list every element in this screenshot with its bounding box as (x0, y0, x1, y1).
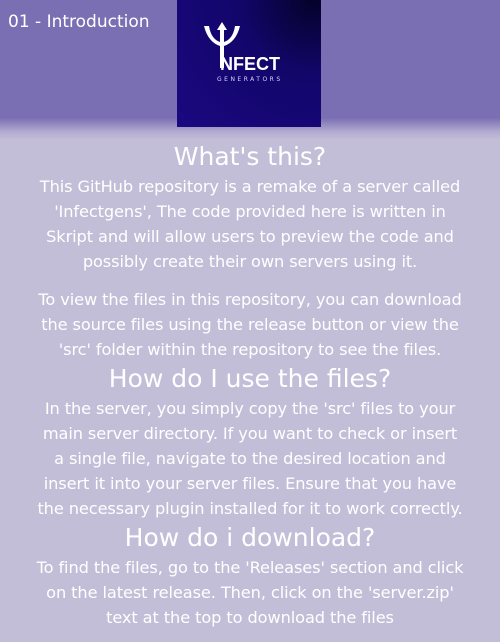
text-line: This GitHub repository is a remake of a … (39, 177, 461, 196)
text-line: a single file, navigate to the desired l… (54, 449, 446, 468)
text-line: In the server, you simply copy the 'src'… (44, 399, 456, 418)
paragraph: To view the files in this repository, yo… (0, 287, 500, 362)
text-line: the source files using the release butto… (41, 315, 459, 334)
text-line: 'src' folder within the repository to se… (58, 340, 442, 359)
paragraph: To find the files, go to the 'Releases' … (0, 555, 500, 630)
text-line: main server directory. If you want to ch… (42, 424, 458, 443)
heading-how-to-use: How do I use the files? (108, 364, 392, 393)
text-line: To find the files, go to the 'Releases' … (36, 558, 464, 577)
paragraph: In the server, you simply copy the 'src'… (0, 396, 500, 521)
text-line: the necessary plugin installed for it to… (37, 499, 463, 518)
logo-brand-text: NFECT (220, 54, 280, 74)
chapter-title: 01 - Introduction (8, 12, 150, 32)
text-line: on the latest release. Then, click on th… (46, 583, 454, 602)
text-line: insert it into your server files. Ensure… (43, 474, 457, 493)
text-line: 'Infectgens', The code provided here is … (54, 202, 446, 221)
readme-content: What's this? This GitHub repository is a… (0, 140, 500, 630)
paragraph: This GitHub repository is a remake of a … (0, 174, 500, 274)
text-line: text at the top to download the files (106, 608, 394, 627)
heading-whats-this: What's this? (173, 142, 327, 171)
logo-sub-text: GENERATORS (217, 76, 283, 83)
text-line: To view the files in this repository, yo… (38, 290, 462, 309)
infect-generators-logo: NFECT GENERATORS (177, 0, 321, 127)
text-line: possibly create their own servers using … (82, 252, 418, 271)
text-line: Skript and will allow users to preview t… (46, 227, 454, 246)
heading-how-to-download: How do i download? (124, 523, 376, 552)
